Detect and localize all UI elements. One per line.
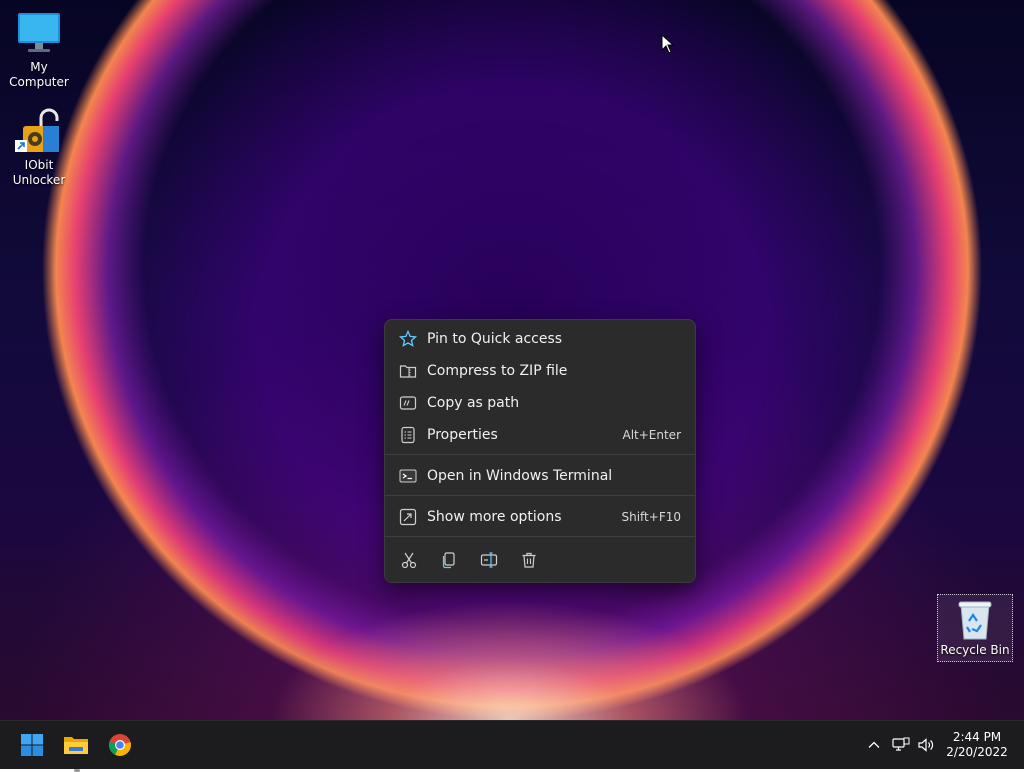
chrome-icon[interactable] [104,729,136,761]
clock-time: 2:44 PM [952,730,1002,744]
copy-path-icon [399,394,417,412]
wallpaper-glow [270,600,750,720]
menu-action-bar [395,546,555,574]
terminal-icon [399,467,417,485]
menu-item-pin-quick-access[interactable]: Pin to Quick access [391,325,689,353]
menu-item-label: Properties [427,427,498,443]
zip-folder-icon [399,362,417,380]
menu-item-label: Compress to ZIP file [427,363,568,379]
menu-separator [385,495,695,496]
rename-icon[interactable] [475,546,503,574]
desktop-icon-label: IObit Unlocker [12,158,66,187]
menu-item-label: Show more options [427,509,562,525]
desktop-icon-iobit-unlocker[interactable]: IObit Unlocker [1,108,77,188]
taskbar: 2:44 PM 2/20/2022 [0,720,1024,772]
network-icon[interactable] [891,735,911,755]
file-explorer-icon[interactable] [60,729,92,772]
copy-icon[interactable] [435,546,463,574]
properties-icon [399,426,417,444]
desktop-icon-recycle-bin[interactable]: Recycle Bin [937,594,1013,662]
menu-item-properties[interactable]: Properties Alt+Enter [391,421,689,449]
monitor-icon [15,10,63,58]
clock-date: 2/20/2022 [946,745,1008,759]
menu-item-label: Open in Windows Terminal [427,468,613,484]
mouse-cursor-icon [661,33,675,58]
menu-item-show-more-options[interactable]: Show more options Shift+F10 [391,503,689,531]
menu-item-label: Copy as path [427,395,520,411]
taskbar-clock[interactable]: 2:44 PM 2/20/2022 [944,730,1010,760]
menu-separator [385,536,695,537]
more-options-icon [399,508,417,526]
menu-item-compress-zip[interactable]: Compress to ZIP file [391,357,689,385]
menu-item-copy-as-path[interactable]: Copy as path [391,389,689,417]
menu-item-label: Pin to Quick access [427,331,563,347]
menu-separator [385,454,695,455]
unlock-icon [15,108,63,156]
desktop-icon-label: My Computer [9,60,69,89]
recycle-bin-icon [955,599,995,641]
menu-item-open-windows-terminal[interactable]: Open in Windows Terminal [391,462,689,490]
chevron-up-icon[interactable] [864,735,884,755]
cut-icon[interactable] [395,546,423,574]
menu-item-accelerator: Shift+F10 [621,510,681,524]
star-icon [399,330,417,348]
desktop[interactable]: My Computer IObit Unlocker Recycle Bin P… [0,0,1024,720]
desktop-icon-label: Recycle Bin [940,643,1010,657]
delete-icon[interactable] [515,546,543,574]
windows-start-icon[interactable] [16,729,48,761]
volume-icon[interactable] [916,735,936,755]
context-menu: Pin to Quick access Compress to ZIP file… [384,319,696,583]
menu-item-accelerator: Alt+Enter [622,428,681,442]
desktop-icon-my-computer[interactable]: My Computer [1,10,77,90]
